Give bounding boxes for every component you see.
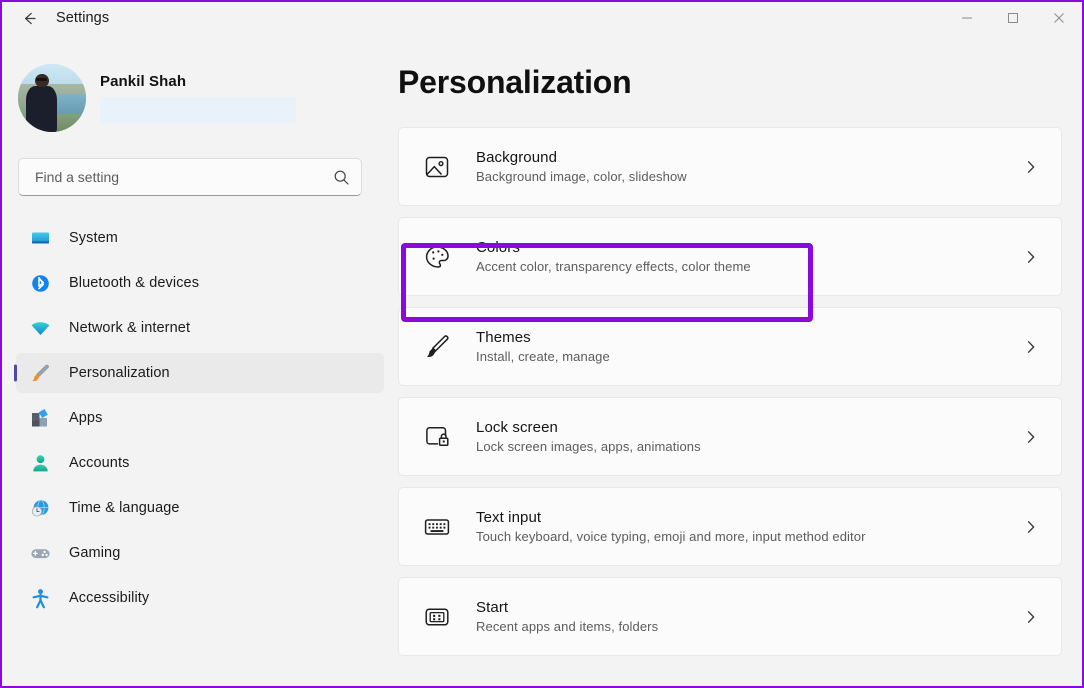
- sidebar-item-gaming[interactable]: Gaming: [16, 533, 384, 573]
- search-box[interactable]: [18, 158, 362, 196]
- settings-card-background[interactable]: Background Background image, color, slid…: [398, 127, 1062, 206]
- search-input[interactable]: [19, 169, 321, 185]
- card-subtitle: Accent color, transparency effects, colo…: [476, 259, 751, 274]
- search-icon[interactable]: [321, 169, 361, 186]
- lock-screen-icon: [419, 419, 455, 455]
- sidebar-item-accessibility[interactable]: Accessibility: [16, 578, 384, 618]
- card-text: Background Background image, color, slid…: [476, 149, 687, 184]
- sidebar-item-label: Apps: [69, 410, 103, 426]
- palette-icon: [419, 239, 455, 275]
- title-bar: Settings: [2, 2, 1082, 34]
- card-title: Themes: [476, 329, 531, 346]
- chevron-right-icon[interactable]: [1023, 519, 1039, 535]
- main-content: Personalization Background Background im…: [398, 34, 1082, 686]
- settings-window: Settings Pankil Shah Find a setting Syst…: [0, 0, 1084, 688]
- paintbrush-icon: [29, 362, 51, 384]
- close-icon: [1053, 12, 1065, 24]
- window-controls: [944, 2, 1082, 34]
- sidebar-item-label: Accounts: [69, 455, 130, 471]
- settings-card-themes[interactable]: Themes Install, create, manage: [398, 307, 1062, 386]
- card-subtitle: Touch keyboard, voice typing, emoji and …: [476, 529, 866, 544]
- chevron-right-icon[interactable]: [1023, 429, 1039, 445]
- chevron-right-icon[interactable]: [1023, 339, 1039, 355]
- settings-card-list: Background Background image, color, slid…: [398, 127, 1082, 656]
- picture-icon: [419, 149, 455, 185]
- sidebar-item-accounts[interactable]: Accounts: [16, 443, 384, 483]
- sidebar-item-personalization[interactable]: Personalization: [16, 353, 384, 393]
- gamepad-icon: [29, 542, 51, 564]
- app-title: Settings: [56, 10, 110, 26]
- card-subtitle: Install, create, manage: [476, 349, 610, 364]
- paintbrush-icon: [419, 329, 455, 365]
- account-text: Pankil Shah: [100, 73, 296, 123]
- card-title: Background: [476, 149, 558, 166]
- sidebar-item-bluetooth-devices[interactable]: Bluetooth & devices: [16, 263, 384, 303]
- card-text: Lock screen Lock screen images, apps, an…: [476, 419, 701, 454]
- settings-card-start[interactable]: Start Recent apps and items, folders: [398, 577, 1062, 656]
- person-icon: [29, 452, 51, 474]
- sidebar-item-label: Bluetooth & devices: [69, 275, 200, 291]
- card-text: Text input Touch keyboard, voice typing,…: [476, 509, 866, 544]
- minimize-button[interactable]: [944, 2, 990, 34]
- monitor-icon: [29, 227, 51, 249]
- sidebar-item-label: Gaming: [69, 545, 121, 561]
- minimize-icon: [961, 12, 973, 24]
- bluetooth-icon: [29, 272, 51, 294]
- settings-card-colors[interactable]: Colors Accent color, transparency effect…: [398, 217, 1062, 296]
- apps-icon: [29, 407, 51, 429]
- card-subtitle: Background image, color, slideshow: [476, 169, 687, 184]
- close-button[interactable]: [1036, 2, 1082, 34]
- sidebar-nav: System Bluetooth & devices Network & int…: [2, 218, 398, 618]
- chevron-right-icon[interactable]: [1023, 609, 1039, 625]
- chevron-right-icon[interactable]: [1023, 159, 1039, 175]
- chevron-right-icon[interactable]: [1023, 249, 1039, 265]
- card-text: Themes Install, create, manage: [476, 329, 610, 364]
- account-email-redacted: [100, 97, 296, 123]
- start-menu-icon: [419, 599, 455, 635]
- page-title: Personalization: [398, 64, 632, 100]
- card-subtitle: Recent apps and items, folders: [476, 619, 659, 634]
- sidebar-item-label: Personalization: [69, 365, 170, 381]
- sidebar-item-apps[interactable]: Apps: [16, 398, 384, 438]
- keyboard-icon: [419, 509, 455, 545]
- sidebar-item-time-language[interactable]: Time & language: [16, 488, 384, 528]
- settings-card-text-input[interactable]: Text input Touch keyboard, voice typing,…: [398, 487, 1062, 566]
- card-text: Colors Accent color, transparency effect…: [476, 239, 751, 274]
- wifi-icon: [29, 317, 51, 339]
- back-arrow-icon: [21, 10, 38, 27]
- settings-card-lock-screen[interactable]: Lock screen Lock screen images, apps, an…: [398, 397, 1062, 476]
- sidebar-item-label: Network & internet: [69, 320, 191, 336]
- card-text: Start Recent apps and items, folders: [476, 599, 658, 634]
- card-title: Lock screen: [476, 419, 558, 436]
- maximize-button[interactable]: [990, 2, 1036, 34]
- card-title: Colors: [476, 239, 520, 256]
- card-title: Text input: [476, 509, 542, 526]
- sidebar: Pankil Shah Find a setting System Blueto…: [2, 34, 398, 686]
- back-button[interactable]: [12, 3, 46, 33]
- maximize-icon: [1007, 12, 1019, 24]
- sidebar-item-label: Accessibility: [69, 590, 150, 606]
- sidebar-item-label: Time & language: [69, 500, 180, 516]
- sidebar-item-system[interactable]: System: [16, 218, 384, 258]
- avatar: [18, 64, 86, 132]
- card-title: Start: [476, 599, 509, 616]
- accessibility-icon: [29, 587, 51, 609]
- clock-globe-icon: [29, 497, 51, 519]
- sidebar-item-network-internet[interactable]: Network & internet: [16, 308, 384, 348]
- sidebar-item-label: System: [69, 230, 118, 246]
- card-subtitle: Lock screen images, apps, animations: [476, 439, 701, 454]
- account-card[interactable]: Pankil Shah: [18, 62, 398, 134]
- account-name: Pankil Shah: [100, 73, 187, 90]
